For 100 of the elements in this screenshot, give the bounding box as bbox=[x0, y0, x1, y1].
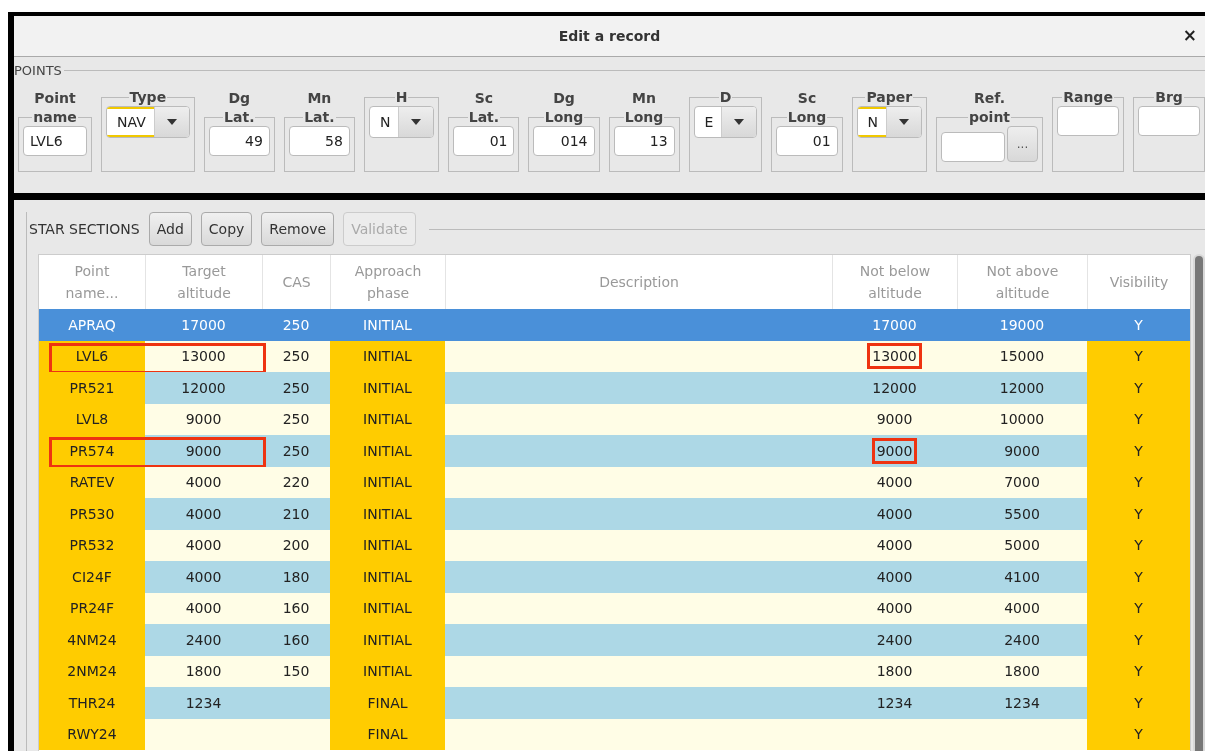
table-cell: 160 bbox=[282, 631, 310, 648]
table-cell-text: 17000 bbox=[871, 315, 918, 335]
table-cell: LVL6 bbox=[75, 348, 109, 365]
field-label: Long bbox=[543, 108, 585, 126]
table-row[interactable]: 2NM24 1800 150 INITIAL 1800 1800 Y bbox=[39, 655, 1190, 687]
input-field[interactable]: 13 bbox=[613, 126, 675, 156]
table-cell: Y bbox=[1134, 726, 1143, 743]
field-label: Paper bbox=[865, 88, 914, 106]
section-title: STAR SECTIONS bbox=[29, 221, 140, 237]
toolbar-button[interactable]: Copy bbox=[200, 212, 253, 246]
table-cell: Y bbox=[1134, 663, 1143, 680]
dropdown[interactable]: N bbox=[368, 106, 435, 138]
input-field[interactable]: 01 bbox=[453, 126, 515, 156]
browse-button[interactable]: ... bbox=[1007, 126, 1039, 162]
table-cell: 9000 bbox=[871, 437, 918, 464]
field-label: point bbox=[967, 108, 1012, 126]
input-field[interactable]: 014 bbox=[533, 126, 595, 156]
window-title: Edit a record bbox=[558, 28, 661, 44]
field-label: Lat. bbox=[223, 108, 256, 126]
table-cell-text: 4000 bbox=[875, 473, 914, 493]
toolbar-button[interactable]: Add bbox=[148, 212, 192, 246]
field-label: Dg bbox=[227, 89, 252, 108]
table-cell: 7000 bbox=[1004, 474, 1040, 491]
table-cell: PR574 bbox=[69, 442, 115, 459]
field-label: D bbox=[718, 88, 733, 106]
table-cell: INITIAL bbox=[363, 568, 412, 585]
close-button[interactable]: × bbox=[1178, 25, 1201, 45]
table-row[interactable]: PR532 4000 200 INITIAL 4000 5000 Y bbox=[39, 529, 1190, 561]
field-label: Long bbox=[786, 108, 828, 126]
caret-icon bbox=[411, 119, 422, 125]
table-cell: THR24 bbox=[68, 694, 116, 711]
table-cell: 4000 bbox=[185, 474, 222, 491]
table-cell: INITIAL bbox=[363, 411, 412, 428]
dropdown[interactable]: NAV bbox=[106, 106, 190, 138]
field-label: Type bbox=[128, 88, 168, 106]
table-row[interactable]: CI24F 4000 180 INITIAL 4000 4100 Y bbox=[39, 561, 1190, 593]
table-cell: INITIAL bbox=[363, 379, 412, 396]
table-cell: 5000 bbox=[1004, 537, 1040, 554]
table-cell: Y bbox=[1134, 379, 1143, 396]
table-cell: INITIAL bbox=[363, 663, 412, 680]
table-cell: Y bbox=[1134, 568, 1143, 585]
table-cell: FINAL bbox=[367, 694, 408, 711]
table-cell: 250 bbox=[282, 442, 310, 459]
table-cell: 13000 bbox=[867, 343, 922, 370]
table-row[interactable]: PR574 9000 250 INITIAL 9000 9000 Y bbox=[39, 435, 1190, 467]
table-cell-text: 12000 bbox=[871, 378, 918, 398]
table-row[interactable]: RATEV 4000 220 INITIAL 4000 7000 Y bbox=[39, 466, 1190, 498]
table-cell-text: 1234 bbox=[875, 693, 914, 713]
table-cell: INITIAL bbox=[363, 537, 412, 554]
input-field[interactable]: 01 bbox=[776, 126, 838, 156]
table-row[interactable]: 4NM24 2400 160 INITIAL 2400 2400 Y bbox=[39, 624, 1190, 656]
table-cell-text: 4000 bbox=[875, 599, 914, 619]
table-cell: 200 bbox=[282, 537, 310, 554]
table-cell: INITIAL bbox=[363, 600, 412, 617]
input-field[interactable]: 49 bbox=[208, 126, 270, 156]
table-cell: 9000 bbox=[1004, 442, 1040, 459]
table-cell: 2NM24 bbox=[67, 663, 117, 680]
input-field[interactable]: LVL6 bbox=[23, 126, 87, 156]
table-cell: 2400 bbox=[185, 631, 222, 648]
input-field[interactable] bbox=[1138, 106, 1201, 136]
field-label: Dg bbox=[552, 89, 576, 108]
table-cell: FINAL bbox=[367, 726, 408, 743]
table-row[interactable]: PR24F 4000 160 INITIAL 4000 4000 Y bbox=[39, 592, 1190, 624]
table-cell: INITIAL bbox=[363, 474, 412, 491]
table-cell: 5500 bbox=[1004, 505, 1040, 522]
table-cell: 4NM24 bbox=[67, 631, 117, 648]
table-cell: 9000 bbox=[185, 442, 222, 459]
table-cell: 4000 bbox=[185, 600, 222, 617]
table-row[interactable]: LVL8 9000 250 INITIAL 9000 10000 Y bbox=[39, 403, 1190, 435]
table-cell-text: 4000 bbox=[875, 536, 914, 556]
table-cell-text: 9000 bbox=[875, 410, 914, 430]
table-cell-text: 1800 bbox=[875, 662, 914, 682]
caret-icon bbox=[166, 119, 177, 125]
table-cell: 1800 bbox=[1004, 663, 1040, 680]
toolbar-button[interactable]: Remove bbox=[261, 212, 335, 246]
table-row[interactable]: THR24 1234 FINAL 1234 1234 Y bbox=[39, 687, 1190, 719]
field-label: Mn bbox=[306, 89, 333, 108]
field-label: Point bbox=[33, 89, 77, 108]
table-row[interactable]: PR530 4000 210 INITIAL 4000 5500 Y bbox=[39, 498, 1190, 530]
field-label: Brg bbox=[1154, 88, 1184, 106]
field-label: Lat. bbox=[467, 108, 501, 126]
table-row[interactable]: RWY24 FINAL Y bbox=[39, 718, 1190, 750]
table-cell: Y bbox=[1134, 694, 1143, 711]
field-label: Lat. bbox=[303, 108, 336, 126]
dropdown[interactable]: E bbox=[693, 106, 758, 138]
table-row[interactable]: LVL6 13000 250 INITIAL 13000 15000 Y bbox=[39, 340, 1190, 372]
table-cell: Y bbox=[1134, 537, 1143, 554]
input-field[interactable] bbox=[941, 132, 1006, 162]
table-cell-text: 4000 bbox=[875, 504, 914, 524]
table-cell: INITIAL bbox=[363, 316, 412, 333]
dropdown[interactable]: N bbox=[856, 106, 923, 138]
table-cell: INITIAL bbox=[363, 505, 412, 522]
table-row[interactable]: PR521 12000 250 INITIAL 12000 12000 Y bbox=[39, 372, 1190, 404]
field-label: name bbox=[32, 108, 78, 126]
input-field[interactable] bbox=[1057, 106, 1120, 136]
input-field[interactable]: 58 bbox=[288, 126, 350, 156]
field-label: Sc bbox=[796, 89, 818, 108]
table-cell: PR532 bbox=[69, 537, 115, 554]
table-cell: 4100 bbox=[1004, 568, 1040, 585]
table-cell: 13000 bbox=[181, 348, 226, 365]
